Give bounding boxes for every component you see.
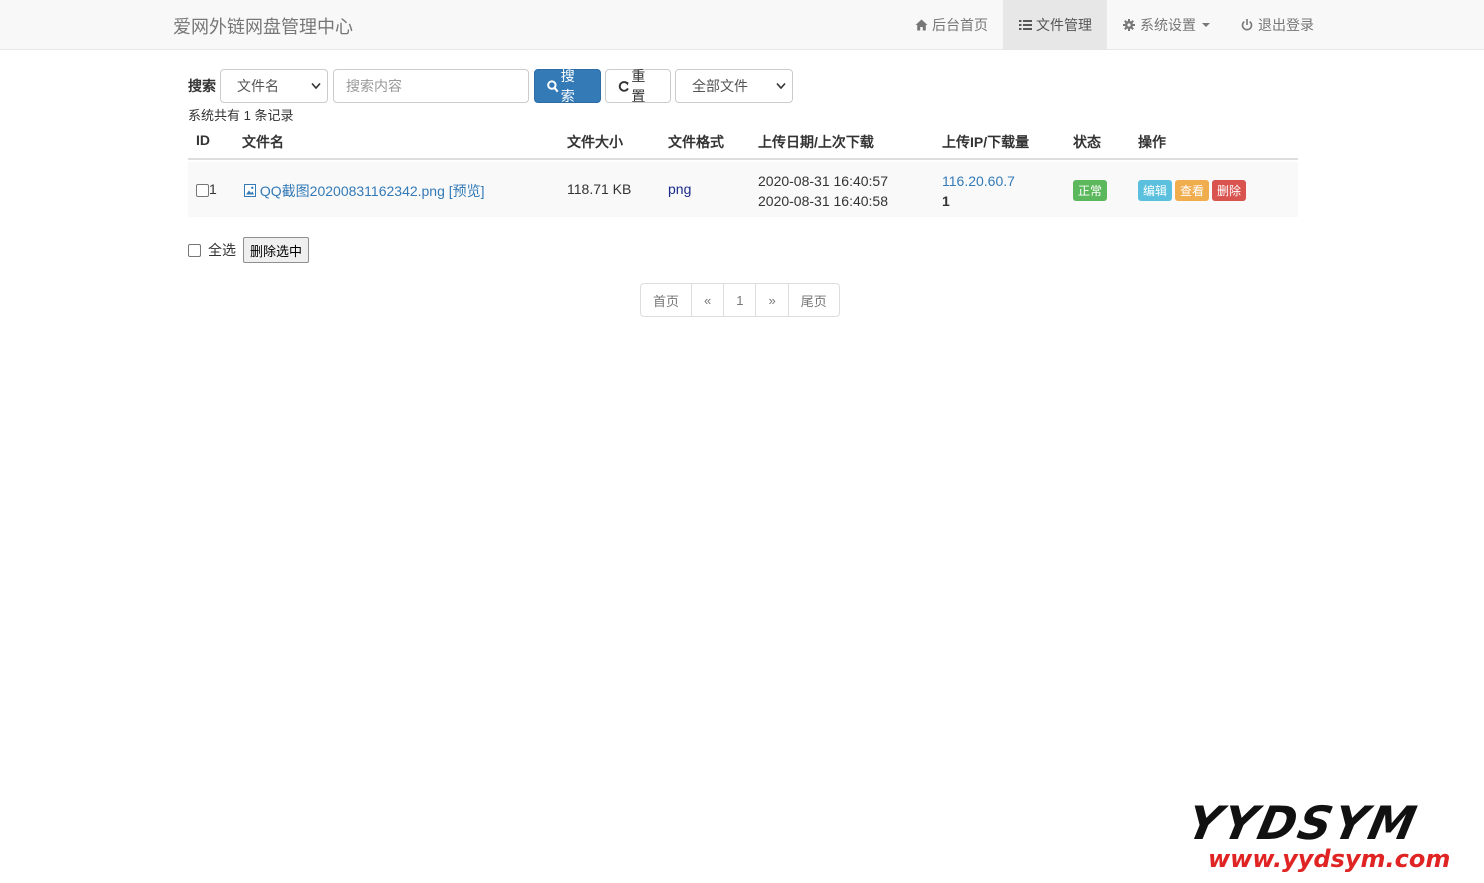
header-actions: 操作 <box>1138 134 1166 150</box>
refresh-icon <box>618 80 629 92</box>
search-button[interactable]: 搜索 <box>534 68 601 104</box>
file-filter-value: 全部文件 <box>692 78 748 94</box>
status-badge: 正常 <box>1073 180 1108 201</box>
nav-item-system-settings[interactable]: 系统设置 <box>1107 0 1225 49</box>
search-button-label: 搜索 <box>560 68 575 104</box>
search-field-value: 文件名 <box>237 78 279 94</box>
edit-button[interactable]: 编辑 <box>1138 180 1173 201</box>
view-button[interactable]: 查看 <box>1175 180 1210 201</box>
row-file-name-cell: QQ截图20200831162342.png [预览] <box>244 181 485 201</box>
header-file-name: 文件名 <box>242 134 284 150</box>
power-icon <box>1240 18 1254 32</box>
search-icon <box>547 79 559 92</box>
nav-label-home: 后台首页 <box>932 16 988 33</box>
header-id: ID <box>196 132 210 148</box>
pagination: 首页 « 1 » 尾页 <box>640 283 840 317</box>
file-name-link[interactable]: QQ截图20200831162342.png <box>260 183 445 199</box>
header-file-size: 文件大小 <box>567 134 623 150</box>
delete-selected-button[interactable]: 删除选中 <box>243 237 310 263</box>
header-dates: 上传日期/上次下载 <box>758 134 874 150</box>
gear-icon <box>1122 18 1136 32</box>
site-watermark: YYDSYM www.yydsym.com <box>1182 796 1470 875</box>
top-navbar: 爱网外链网盘管理中心 后台首页 文件管理 系统设置 退出登录 <box>0 0 1484 50</box>
search-input[interactable] <box>333 69 529 103</box>
header-ip-downloads: 上传IP/下载量 <box>942 134 1030 150</box>
nav-item-file-management[interactable]: 文件管理 <box>1003 0 1107 49</box>
row-id: 1 <box>209 181 217 197</box>
row-file-size: 118.71 KB <box>567 181 632 197</box>
home-icon <box>914 18 928 32</box>
watermark-logo-text: YYDSYM <box>1182 796 1423 850</box>
table-row: 1 QQ截图20200831162342.png [预览] 118.71 KB … <box>188 162 1298 217</box>
page-prev[interactable]: « <box>691 283 725 317</box>
watermark-url: www.yydsym.com <box>1208 845 1451 873</box>
row-dates-cell: 2020-08-31 16:40:57 2020-08-31 16:40:58 <box>758 171 888 211</box>
reset-button[interactable]: 重置 <box>605 68 671 104</box>
brand-title[interactable]: 爱网外链网盘管理中心 <box>173 13 353 39</box>
page-first[interactable]: 首页 <box>640 283 693 317</box>
nav-item-home[interactable]: 后台首页 <box>899 0 1003 49</box>
row-file-format[interactable]: png <box>668 181 691 197</box>
reset-button-label: 重置 <box>631 68 646 104</box>
chevron-down-icon <box>311 82 321 90</box>
nav-label-file-management: 文件管理 <box>1036 16 1092 33</box>
page-current[interactable]: 1 <box>723 283 757 317</box>
caret-down-icon <box>1202 22 1210 27</box>
row-ip-cell: 116.20.60.7 1 <box>942 171 1015 211</box>
nav-item-logout[interactable]: 退出登录 <box>1225 0 1329 49</box>
row-download-count: 1 <box>942 193 950 209</box>
row-upload-ip[interactable]: 116.20.60.7 <box>942 171 1015 191</box>
page-last[interactable]: 尾页 <box>787 283 840 317</box>
row-status-cell: 正常 <box>1073 180 1108 201</box>
select-all-checkbox[interactable] <box>188 243 201 257</box>
list-icon <box>1018 18 1032 32</box>
select-all-label: 全选 <box>208 242 236 258</box>
file-filter-select[interactable]: 全部文件 <box>675 69 793 103</box>
row-upload-date: 2020-08-31 16:40:57 <box>758 173 888 189</box>
image-file-icon <box>244 184 256 197</box>
nav-menu: 后台首页 文件管理 系统设置 退出登录 <box>899 0 1329 49</box>
search-label: 搜索 <box>188 78 216 94</box>
bulk-actions: 全选 删除选中 <box>188 237 310 263</box>
file-table: ID 文件名 文件大小 文件格式 上传日期/上次下载 上传IP/下载量 状态 操… <box>188 122 1298 217</box>
delete-button[interactable]: 删除 <box>1212 180 1247 201</box>
row-checkbox[interactable] <box>196 183 209 197</box>
header-status: 状态 <box>1073 134 1101 150</box>
nav-label-logout: 退出登录 <box>1258 16 1314 33</box>
row-id-cell: 1 <box>196 181 217 197</box>
chevron-down-icon <box>776 82 786 90</box>
table-header: ID 文件名 文件大小 文件格式 上传日期/上次下载 上传IP/下载量 状态 操… <box>188 122 1298 160</box>
nav-label-system-settings: 系统设置 <box>1140 16 1196 33</box>
preview-link[interactable]: [预览] <box>449 183 485 199</box>
search-bar: 搜索 文件名 搜索 重置 全部文件 <box>188 68 793 104</box>
page-next[interactable]: » <box>755 283 789 317</box>
header-file-format: 文件格式 <box>668 134 724 150</box>
row-actions: 编辑 查看 删除 <box>1138 180 1247 201</box>
search-field-select[interactable]: 文件名 <box>220 69 328 103</box>
row-last-download: 2020-08-31 16:40:58 <box>758 193 888 209</box>
